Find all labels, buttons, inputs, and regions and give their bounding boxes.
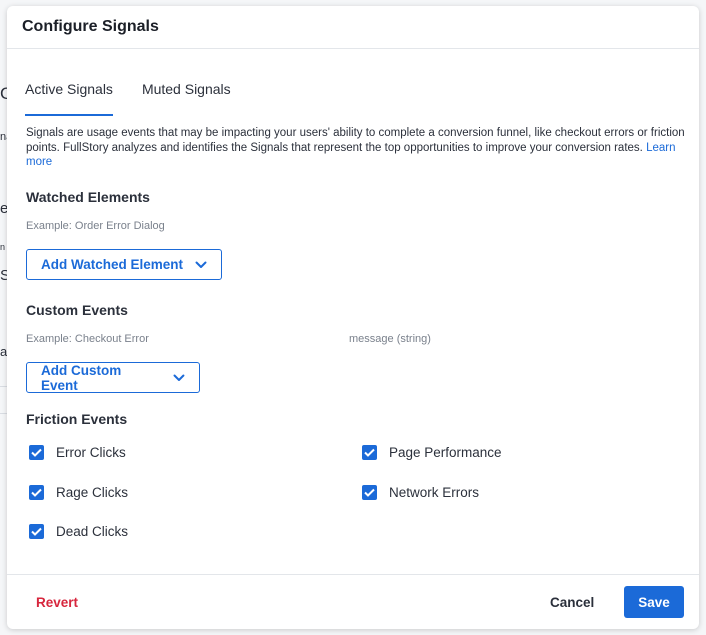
custom-events-heading: Custom Events xyxy=(26,302,128,318)
cancel-button[interactable]: Cancel xyxy=(550,595,594,610)
custom-event-example: Example: Checkout Error xyxy=(26,333,149,345)
checkmark-icon xyxy=(364,488,375,497)
custom-event-example-property: message (string) xyxy=(349,333,431,345)
friction-events-heading: Friction Events xyxy=(26,411,128,427)
watched-element-example: Example: Order Error Dialog xyxy=(26,220,165,232)
dead-clicks-checkbox[interactable] xyxy=(29,524,44,539)
modal-footer: Revert Cancel Save xyxy=(7,574,699,629)
dead-clicks-label: Dead Clicks xyxy=(56,524,129,539)
rage-clicks-checkbox[interactable] xyxy=(29,485,44,500)
friction-event-network-errors: Network Errors xyxy=(362,485,479,500)
checkmark-icon xyxy=(31,527,42,536)
network-errors-label: Network Errors xyxy=(389,485,480,500)
tab-active-signals[interactable]: Active Signals xyxy=(25,78,113,116)
description-text: Signals are usage events that may be imp… xyxy=(26,127,685,154)
page-performance-checkbox[interactable] xyxy=(362,445,377,460)
watched-elements-heading: Watched Elements xyxy=(26,189,150,205)
friction-event-dead-clicks: Dead Clicks xyxy=(29,524,128,539)
checkmark-icon xyxy=(364,448,375,457)
network-errors-checkbox[interactable] xyxy=(362,485,377,500)
checkmark-icon xyxy=(31,448,42,457)
friction-event-page-performance: Page Performance xyxy=(362,445,502,460)
error-clicks-label: Error Clicks xyxy=(56,445,126,460)
tab-muted-signals[interactable]: Muted Signals xyxy=(142,78,231,116)
add-watched-element-label: Add Watched Element xyxy=(41,257,184,272)
friction-event-rage-clicks: Rage Clicks xyxy=(29,485,128,500)
configure-signals-modal: Configure Signals Active Signals Muted S… xyxy=(7,6,699,629)
signals-description-block: Signals are usage events that may be imp… xyxy=(26,126,686,170)
checkmark-icon xyxy=(31,488,42,497)
page-performance-label: Page Performance xyxy=(389,445,502,460)
add-watched-element-button[interactable]: Add Watched Element xyxy=(26,249,222,280)
friction-event-error-clicks: Error Clicks xyxy=(29,445,126,460)
revert-button[interactable]: Revert xyxy=(36,595,78,610)
signals-description: Signals are usage events that may be imp… xyxy=(26,126,686,170)
save-button[interactable]: Save xyxy=(624,586,684,618)
modal-header: Configure Signals xyxy=(7,6,699,49)
modal-title: Configure Signals xyxy=(22,18,159,35)
chevron-down-icon xyxy=(173,374,185,381)
rage-clicks-label: Rage Clicks xyxy=(56,485,129,500)
chevron-down-icon xyxy=(195,261,207,268)
tab-bar: Active Signals Muted Signals xyxy=(25,78,260,116)
add-custom-event-button[interactable]: Add Custom Event xyxy=(26,362,200,393)
error-clicks-checkbox[interactable] xyxy=(29,445,44,460)
add-custom-event-label: Add Custom Event xyxy=(41,362,122,393)
